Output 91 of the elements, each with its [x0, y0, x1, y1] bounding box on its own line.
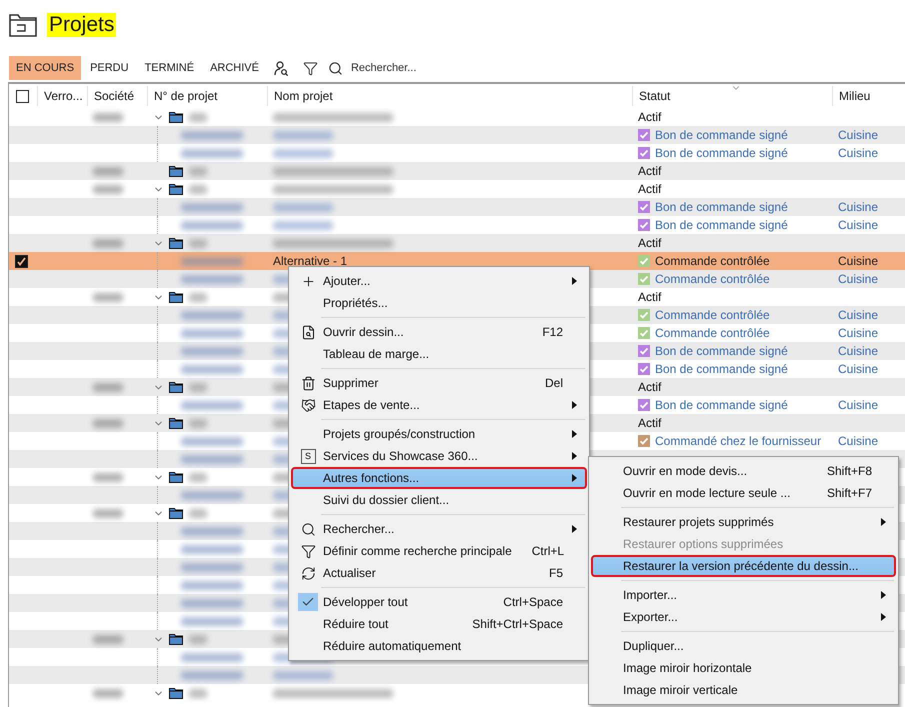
menu-item[interactable]: Dupliquer... — [591, 635, 896, 657]
column-header[interactable]: Statut — [632, 86, 832, 106]
status-text: Actif — [638, 236, 662, 250]
page-title: Projets — [47, 13, 116, 37]
folder-icon — [169, 237, 183, 249]
milieu-text: Cuisine — [838, 254, 878, 268]
milieu-text: Cuisine — [838, 434, 878, 448]
menu-item[interactable]: Restaurer la version précédente du dessin... — [591, 555, 896, 577]
menu-item[interactable]: Propriétés... — [291, 292, 587, 314]
status-text: Commandé chez le fournisseur — [655, 434, 822, 448]
folder-icon — [169, 165, 183, 177]
search-field[interactable]: Rechercher... — [348, 61, 473, 75]
status-text: Bon de commande signé — [655, 398, 788, 412]
menu-item[interactable]: Ouvrir en mode devis... Shift+F8 — [591, 460, 896, 482]
status-text: Actif — [638, 110, 662, 124]
folder-icon — [169, 381, 183, 393]
status-text: Bon de commande signé — [655, 218, 788, 232]
menu-item[interactable]: Définir comme recherche principale Ctrl+L — [291, 540, 587, 562]
filter-icon — [300, 544, 316, 558]
milieu-text: Cuisine — [838, 272, 878, 286]
status-text: Bon de commande signé — [655, 200, 788, 214]
menu-item[interactable]: Supprimer Del — [291, 372, 587, 394]
status-text: Actif — [638, 164, 662, 178]
column-header[interactable]: Nom projet — [267, 86, 632, 106]
filter-tab[interactable]: EN COURS — [9, 56, 82, 80]
select-all-checkbox[interactable] — [16, 90, 29, 102]
search-icon[interactable] — [328, 60, 343, 76]
folder-icon — [169, 687, 183, 699]
menu-item[interactable]: Actualiser F5 — [291, 562, 587, 584]
menu-item[interactable]: Ouvrir en mode lecture seule ... Shift+F7 — [591, 482, 896, 504]
column-header[interactable]: Verro... — [37, 86, 87, 106]
column-header[interactable]: Milieu — [832, 86, 905, 106]
refresh-icon — [300, 566, 316, 580]
menu-item[interactable]: Importer... — [591, 584, 896, 606]
milieu-text: Cuisine — [838, 146, 878, 160]
menu-item[interactable]: Développer tout Ctrl+Space — [291, 591, 587, 613]
handshake-icon — [300, 398, 316, 412]
menu-item[interactable]: Etapes de vente... — [291, 394, 587, 416]
project-name: Alternative - 1 — [273, 254, 348, 268]
folder-icon — [169, 111, 183, 123]
folder-icon — [169, 291, 183, 303]
menu-item[interactable]: Image miroir verticale — [591, 679, 896, 701]
menu-item[interactable]: Réduire automatiquement — [291, 635, 587, 657]
status-text: Bon de commande signé — [655, 128, 788, 142]
milieu-text: Cuisine — [838, 200, 878, 214]
status-text: Commande contrôlée — [655, 272, 770, 286]
letter-icon: S — [300, 448, 316, 464]
column-header[interactable]: Société — [87, 86, 147, 106]
filter-tab[interactable]: PERDU — [83, 56, 136, 80]
status-text: Bon de commande signé — [655, 362, 788, 376]
menu-item[interactable]: Rechercher... — [291, 518, 587, 540]
folder-icon — [169, 507, 183, 519]
folder-icon — [169, 633, 183, 645]
milieu-text: Cuisine — [838, 128, 878, 142]
menu-item[interactable]: Tableau de marge... — [291, 343, 587, 365]
status-text: Actif — [638, 380, 662, 394]
folder-icon — [169, 417, 183, 429]
status-text: Actif — [638, 182, 662, 196]
row-checkbox[interactable] — [15, 254, 28, 268]
column-header[interactable]: N° de projet — [147, 86, 267, 106]
milieu-text: Cuisine — [838, 398, 878, 412]
menu-item[interactable]: Exporter... — [591, 606, 896, 628]
menu-item[interactable]: Suivi du dossier client... — [291, 489, 587, 511]
milieu-text: Cuisine — [838, 362, 878, 376]
status-text: Commande contrôlée — [655, 326, 770, 340]
menu-item[interactable]: Ouvrir dessin... F12 — [291, 321, 587, 343]
milieu-text: Cuisine — [838, 218, 878, 232]
status-text: Commande contrôlée — [655, 254, 770, 268]
status-text: Actif — [638, 416, 662, 430]
milieu-text: Cuisine — [838, 326, 878, 340]
filter-tab[interactable]: TERMINÉ — [138, 56, 202, 80]
folder-icon — [169, 471, 183, 483]
menu-item[interactable]: S Services du Showcase 360... — [291, 445, 587, 467]
menu-item[interactable]: Ajouter... — [291, 270, 587, 292]
status-text: Commande contrôlée — [655, 308, 770, 322]
menu-item[interactable]: Image miroir horizontale — [591, 657, 896, 679]
milieu-text: Cuisine — [838, 308, 878, 322]
milieu-text: Cuisine — [838, 344, 878, 358]
filter-tab[interactable]: ARCHIVÉ — [203, 56, 266, 80]
folder-window-icon — [9, 13, 37, 37]
status-text: Bon de commande signé — [655, 344, 788, 358]
menu-item[interactable]: Autres fonctions... — [291, 467, 587, 489]
folder-icon — [169, 183, 183, 195]
status-text: Bon de commande signé — [655, 146, 788, 160]
document-icon — [300, 324, 316, 340]
menu-item[interactable]: Restaurer projets supprimés — [591, 511, 896, 533]
search-icon — [300, 522, 316, 536]
menu-item[interactable]: Projets groupés/construction — [291, 423, 587, 445]
trash-icon — [300, 376, 316, 390]
status-text: Actif — [638, 290, 662, 304]
menu-item[interactable]: Réduire tout Shift+Ctrl+Space — [291, 613, 587, 635]
